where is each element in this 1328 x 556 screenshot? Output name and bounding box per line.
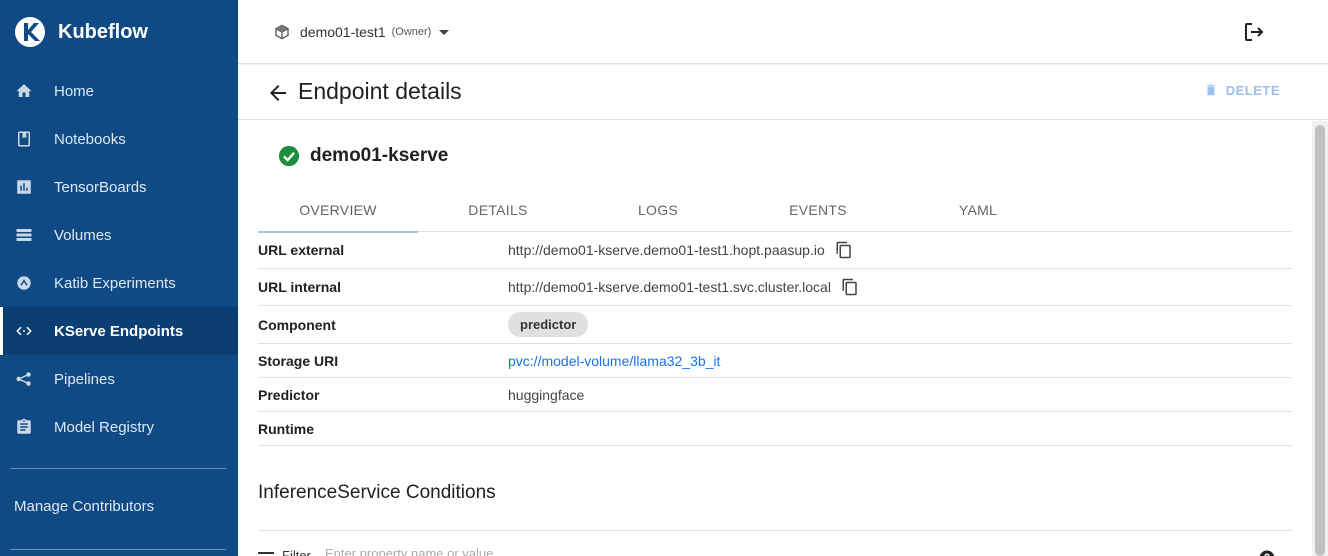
scrollbar-thumb[interactable] bbox=[1315, 125, 1325, 556]
tab-events[interactable]: EVENTS bbox=[738, 188, 898, 232]
brand-name: Kubeflow bbox=[58, 20, 148, 43]
code-icon bbox=[14, 321, 34, 341]
overview-details-table: URL external http://demo01-kserve.demo01… bbox=[258, 232, 1292, 446]
filter-list-icon bbox=[258, 552, 274, 554]
vertical-scrollbar[interactable] bbox=[1312, 121, 1328, 556]
sidebar-item-label: Model Registry bbox=[54, 418, 155, 436]
detail-value: http://demo01-kserve.demo01-test1.svc.cl… bbox=[508, 278, 859, 296]
detail-key: Storage URI bbox=[258, 352, 339, 369]
logout-icon[interactable] bbox=[1242, 20, 1266, 44]
detail-row-storage-uri: Storage URI pvc://model-volume/llama32_3… bbox=[258, 344, 1292, 378]
tab-logs[interactable]: LOGS bbox=[578, 188, 738, 232]
sidebar-item-volumes[interactable]: Volumes bbox=[0, 211, 238, 259]
sidebar-item-notebooks[interactable]: Notebooks bbox=[0, 115, 238, 163]
back-arrow-icon[interactable] bbox=[266, 81, 290, 105]
brand[interactable]: Kubeflow bbox=[14, 14, 148, 50]
conditions-title: InferenceService Conditions bbox=[258, 482, 496, 503]
url-external-value: http://demo01-kserve.demo01-test1.hopt.p… bbox=[508, 242, 825, 258]
detail-key: Runtime bbox=[258, 420, 314, 437]
filter-input[interactable] bbox=[325, 546, 725, 556]
clipboard-icon bbox=[14, 417, 34, 437]
cube-icon bbox=[275, 24, 289, 40]
detail-key: Component bbox=[258, 316, 336, 333]
predictor-value: huggingface bbox=[508, 386, 585, 403]
detail-row-runtime: Runtime bbox=[258, 412, 1292, 446]
copy-icon[interactable] bbox=[835, 241, 853, 259]
sidebar-item-label: Katib Experiments bbox=[54, 274, 176, 292]
chart-icon bbox=[14, 177, 34, 197]
detail-row-url-external: URL external http://demo01-kserve.demo01… bbox=[258, 232, 1292, 269]
sidebar-item-label: Volumes bbox=[54, 226, 112, 244]
sidebar-item-label: Home bbox=[54, 82, 95, 100]
detail-value: pvc://model-volume/llama32_3b_it bbox=[508, 353, 720, 369]
home-icon bbox=[14, 81, 34, 101]
sidebar: Kubeflow Home Notebooks TensorBoards Vol… bbox=[0, 0, 238, 556]
filter-label: Filter bbox=[282, 548, 311, 556]
sidebar-item-label: TensorBoards bbox=[54, 178, 147, 196]
url-internal-value: http://demo01-kserve.demo01-test1.svc.cl… bbox=[508, 279, 831, 295]
copy-icon[interactable] bbox=[841, 278, 859, 296]
conditions-filter-bar: Filter bbox=[258, 530, 1292, 556]
sidebar-item-label: Pipelines bbox=[54, 370, 115, 388]
check-circle-icon bbox=[278, 145, 300, 167]
pipeline-icon bbox=[14, 369, 34, 389]
namespace-selector[interactable]: demo01-test1 (Owner) bbox=[274, 20, 450, 44]
detail-key: Predictor bbox=[258, 386, 320, 403]
kubeflow-app: Kubeflow Home Notebooks TensorBoards Vol… bbox=[0, 0, 1328, 556]
tab-details[interactable]: DETAILS bbox=[418, 188, 578, 232]
delete-label: DELETE bbox=[1225, 82, 1280, 98]
katib-icon bbox=[14, 273, 34, 293]
tab-overview[interactable]: OVERVIEW bbox=[258, 188, 418, 233]
main-content: demo01-kserve OVERVIEW DETAILS LOGS EVEN… bbox=[238, 121, 1328, 556]
top-bar: demo01-test1 (Owner) bbox=[238, 0, 1328, 64]
detail-key: URL external bbox=[258, 242, 345, 258]
endpoint-name: demo01-kserve bbox=[310, 145, 449, 166]
delete-button[interactable]: DELETE bbox=[1204, 82, 1280, 98]
sidebar-item-label: KServe Endpoints bbox=[54, 322, 184, 340]
page-header: Endpoint details DELETE bbox=[238, 65, 1328, 120]
sidebar-item-kserve-endpoints[interactable]: KServe Endpoints bbox=[0, 307, 238, 355]
namespace-name: demo01-test1 bbox=[300, 24, 386, 40]
sidebar-divider bbox=[10, 468, 226, 469]
notebook-icon bbox=[14, 129, 34, 149]
sidebar-item-tensorboards[interactable]: TensorBoards bbox=[0, 163, 238, 211]
endpoint-status-row: demo01-kserve bbox=[278, 145, 448, 167]
storage-uri-link[interactable]: pvc://model-volume/llama32_3b_it bbox=[508, 353, 720, 369]
manage-contributors-link[interactable]: Manage Contributors bbox=[14, 498, 154, 515]
detail-row-url-internal: URL internal http://demo01-kserve.demo01… bbox=[258, 269, 1292, 306]
tab-yaml[interactable]: YAML bbox=[898, 188, 1058, 232]
page-title: Endpoint details bbox=[298, 78, 462, 104]
sidebar-item-label: Notebooks bbox=[54, 130, 126, 148]
detail-value: predictor bbox=[508, 312, 589, 337]
sidebar-item-model-registry[interactable]: Model Registry bbox=[0, 403, 238, 451]
namespace-role: (Owner) bbox=[391, 26, 432, 38]
detail-key: URL internal bbox=[258, 279, 341, 295]
sidebar-item-pipelines[interactable]: Pipelines bbox=[0, 355, 238, 403]
chevron-down-icon bbox=[439, 29, 450, 35]
kubeflow-logo-icon bbox=[15, 17, 45, 47]
detail-row-component: Component predictor bbox=[258, 306, 1292, 344]
sidebar-item-katib-experiments[interactable]: Katib Experiments bbox=[0, 259, 238, 307]
tab-bar: OVERVIEW DETAILS LOGS EVENTS YAML bbox=[258, 188, 1292, 233]
sidebar-nav: Home Notebooks TensorBoards Volumes Kati… bbox=[0, 67, 238, 451]
detail-row-predictor: Predictor huggingface bbox=[258, 378, 1292, 412]
sidebar-item-home[interactable]: Home bbox=[0, 67, 238, 115]
help-icon[interactable] bbox=[1258, 549, 1276, 556]
trash-icon bbox=[1206, 84, 1215, 96]
sidebar-divider-bottom bbox=[10, 549, 226, 550]
component-chip: predictor bbox=[508, 312, 589, 337]
detail-value: http://demo01-kserve.demo01-test1.hopt.p… bbox=[508, 241, 853, 259]
storage-icon bbox=[14, 225, 34, 245]
